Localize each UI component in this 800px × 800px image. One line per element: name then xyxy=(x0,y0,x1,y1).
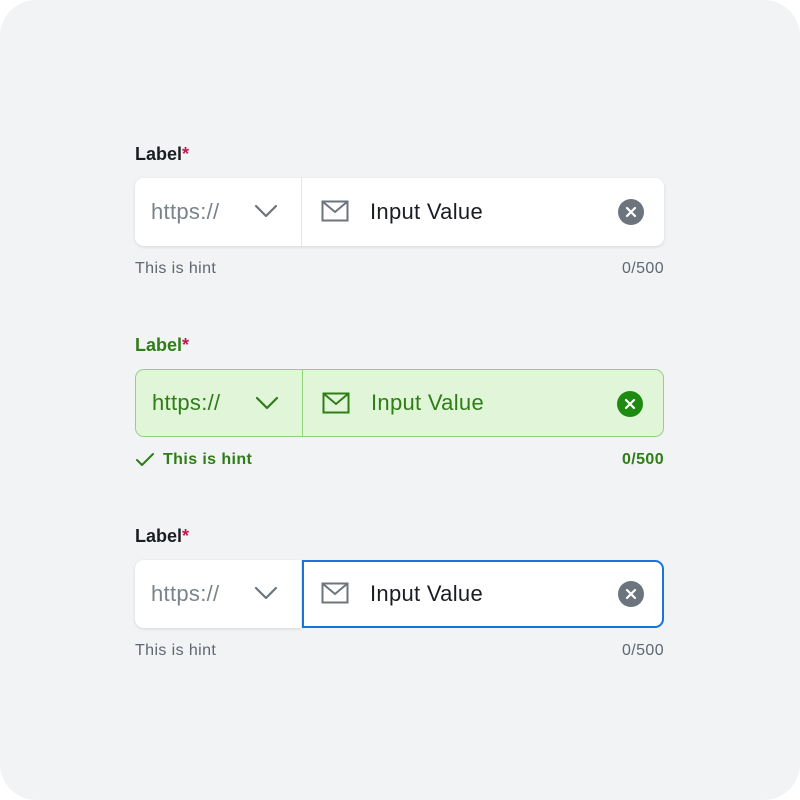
required-asterisk: * xyxy=(182,526,190,546)
clear-icon xyxy=(625,206,637,218)
hint-text: This is hint xyxy=(163,451,253,468)
clear-button[interactable] xyxy=(618,199,644,225)
protocol-value: https:// xyxy=(151,199,220,224)
chevron-down-icon xyxy=(255,396,279,410)
field-label: Label* xyxy=(135,526,190,546)
char-counter: 0/500 xyxy=(621,642,664,659)
input-group: https:// Input Value xyxy=(135,178,664,246)
field-footer: This is hint 0/500 xyxy=(135,449,664,471)
input-value: Input Value xyxy=(370,581,483,606)
mail-icon xyxy=(321,582,349,604)
protocol-select[interactable]: https:// xyxy=(135,178,302,246)
mail-icon xyxy=(321,200,349,222)
char-counter: 0/500 xyxy=(621,260,664,277)
chevron-down-icon xyxy=(254,204,278,218)
text-input[interactable]: Input Value xyxy=(303,370,663,436)
chevron-down-icon xyxy=(254,586,278,600)
field-label: Label* xyxy=(135,144,190,164)
clear-button[interactable] xyxy=(618,581,644,607)
text-input[interactable]: Input Value xyxy=(302,178,664,246)
clear-icon xyxy=(625,588,637,600)
hint-text: This is hint xyxy=(135,260,217,277)
check-icon xyxy=(136,453,154,466)
protocol-value: https:// xyxy=(151,581,220,606)
field-label: Label* xyxy=(135,335,190,355)
input-field-default: Label* https:// Input Value This is hint… xyxy=(135,142,664,282)
required-asterisk: * xyxy=(182,335,190,355)
field-footer: This is hint 0/500 xyxy=(135,640,664,662)
input-group: https:// Input Value xyxy=(135,560,664,628)
clear-button[interactable] xyxy=(617,391,643,417)
canvas-card: Label* https:// Input Value This is hint… xyxy=(0,0,800,800)
protocol-select[interactable]: https:// xyxy=(136,370,303,436)
input-group: https:// Input Value xyxy=(135,369,664,437)
required-asterisk: * xyxy=(182,144,190,164)
hint: This is hint xyxy=(135,451,252,469)
hint-text: This is hint xyxy=(135,642,217,659)
input-field-focused: Label* https:// Input Value This is hint… xyxy=(135,524,664,664)
char-counter: 0/500 xyxy=(621,451,664,468)
input-field-success: Label* https:// Input Value This is hint… xyxy=(135,333,664,473)
input-value: Input Value xyxy=(370,199,483,224)
mail-icon xyxy=(322,392,350,414)
field-footer: This is hint 0/500 xyxy=(135,258,664,280)
protocol-select[interactable]: https:// xyxy=(135,560,302,628)
protocol-value: https:// xyxy=(152,390,221,415)
input-value: Input Value xyxy=(371,390,484,415)
clear-icon xyxy=(624,398,636,410)
text-input-focused[interactable]: Input Value xyxy=(302,560,664,628)
